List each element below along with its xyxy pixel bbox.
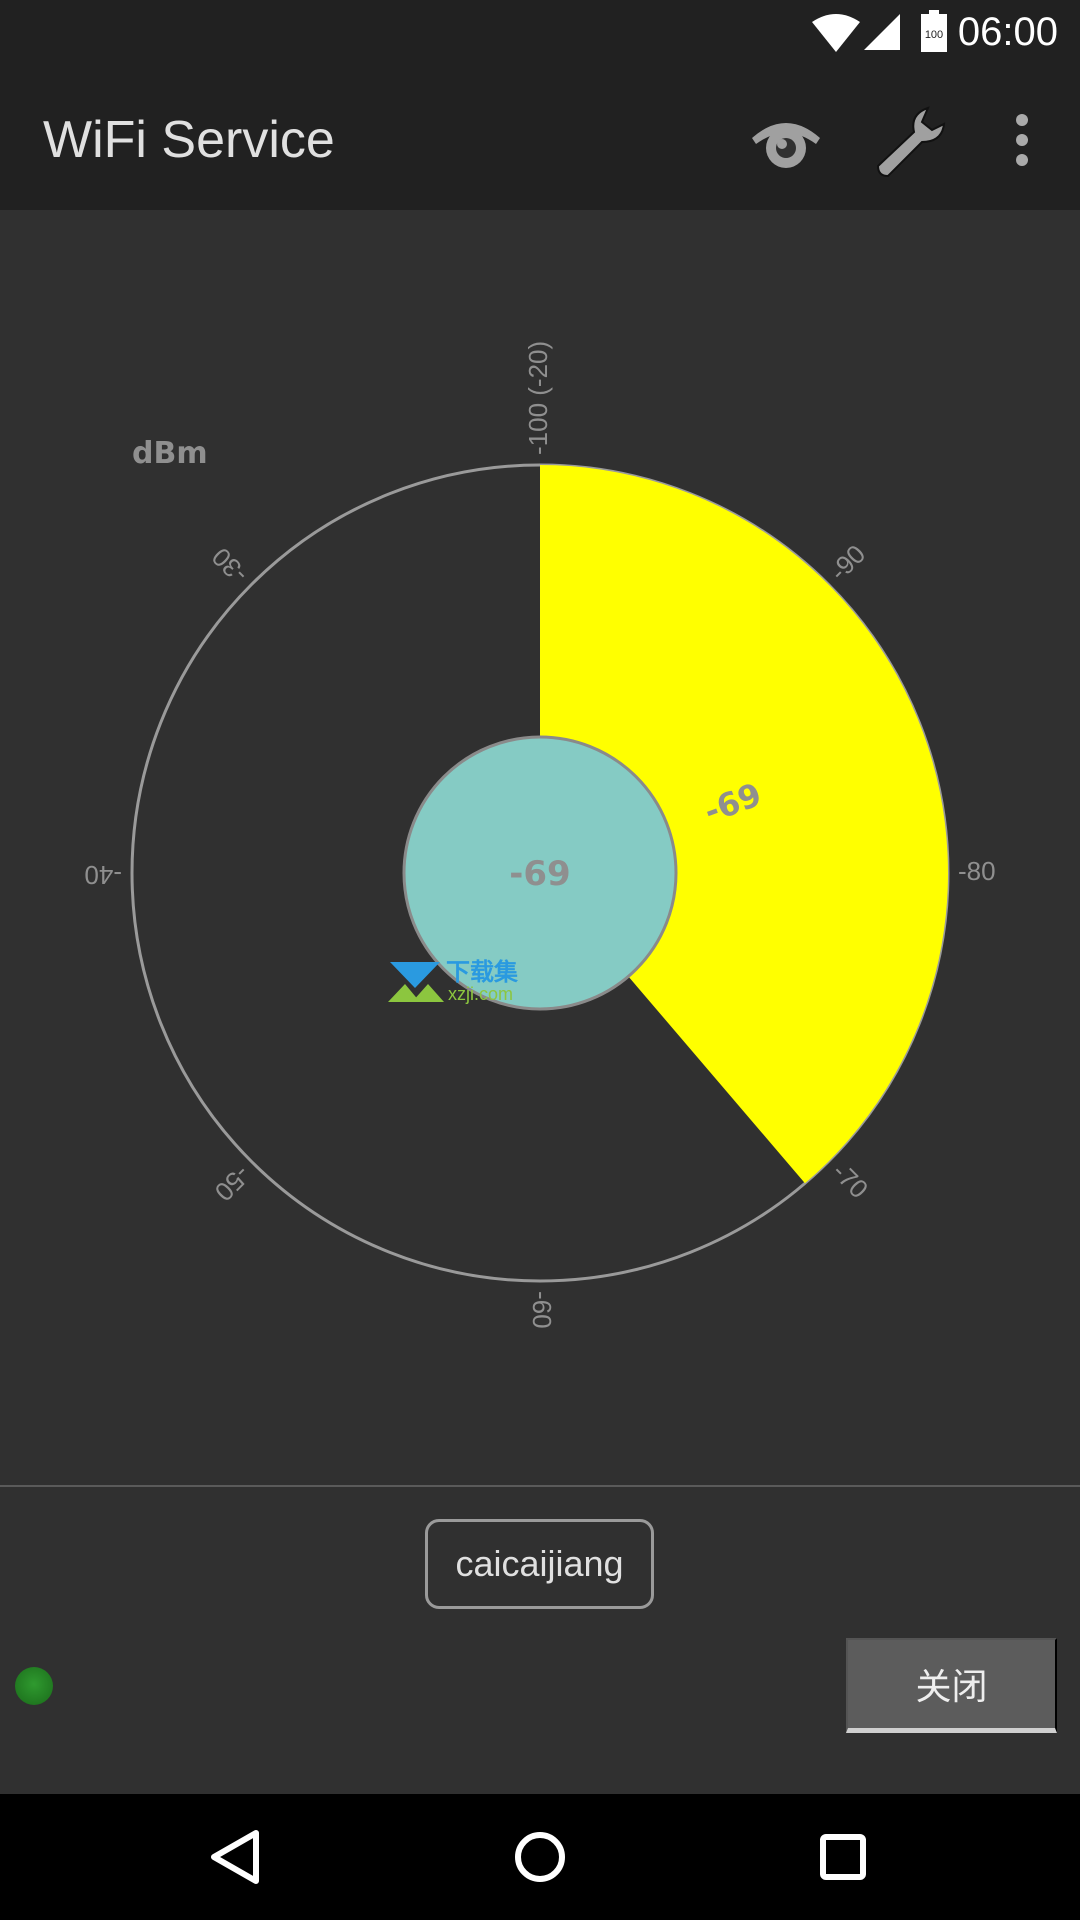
- app-bar: WiFi Service: [0, 72, 1080, 210]
- clock: 06:00: [957, 10, 1058, 54]
- center-value-label: -69: [509, 854, 570, 894]
- connection-status-led: [15, 1667, 53, 1705]
- close-button[interactable]: 关闭: [846, 1638, 1057, 1733]
- tick-label: -30: [206, 542, 254, 590]
- recents-icon[interactable]: [803, 1817, 883, 1897]
- status-bar: 100 06:00: [0, 0, 1080, 72]
- navigation-bar: [0, 1794, 1080, 1920]
- tick-label: -70: [826, 1156, 874, 1204]
- more-vert-icon[interactable]: [982, 102, 1042, 182]
- tick-label: -80: [958, 856, 996, 886]
- tick-label: -60: [527, 1291, 557, 1329]
- eye-icon[interactable]: [746, 102, 826, 182]
- cell-signal-icon: [864, 14, 900, 50]
- svg-text:下载集: 下载集: [446, 958, 519, 986]
- battery-level: 100: [925, 29, 943, 41]
- watermark-logo: 下载集 xzji.com: [388, 958, 519, 1004]
- signal-gauge: dBm -100 (-20)-90-80-70-60-50-40-30 -69 …: [84, 341, 996, 1329]
- battery-icon: 100: [921, 10, 947, 52]
- wrench-icon[interactable]: [870, 102, 950, 182]
- tick-label: -40: [84, 860, 122, 890]
- unit-label: dBm: [132, 436, 208, 471]
- back-icon[interactable]: [196, 1817, 276, 1897]
- tick-label: -50: [209, 1159, 257, 1207]
- wifi-icon: [812, 14, 860, 52]
- ssid-button[interactable]: caicaijiang: [425, 1519, 654, 1609]
- tick-label: -100 (-20): [523, 341, 553, 455]
- tick-label: -90: [823, 539, 871, 587]
- svg-text:xzji.com: xzji.com: [448, 984, 513, 1004]
- divider: [0, 1485, 1080, 1487]
- app-title: WiFi Service: [43, 111, 335, 169]
- home-icon[interactable]: [500, 1817, 580, 1897]
